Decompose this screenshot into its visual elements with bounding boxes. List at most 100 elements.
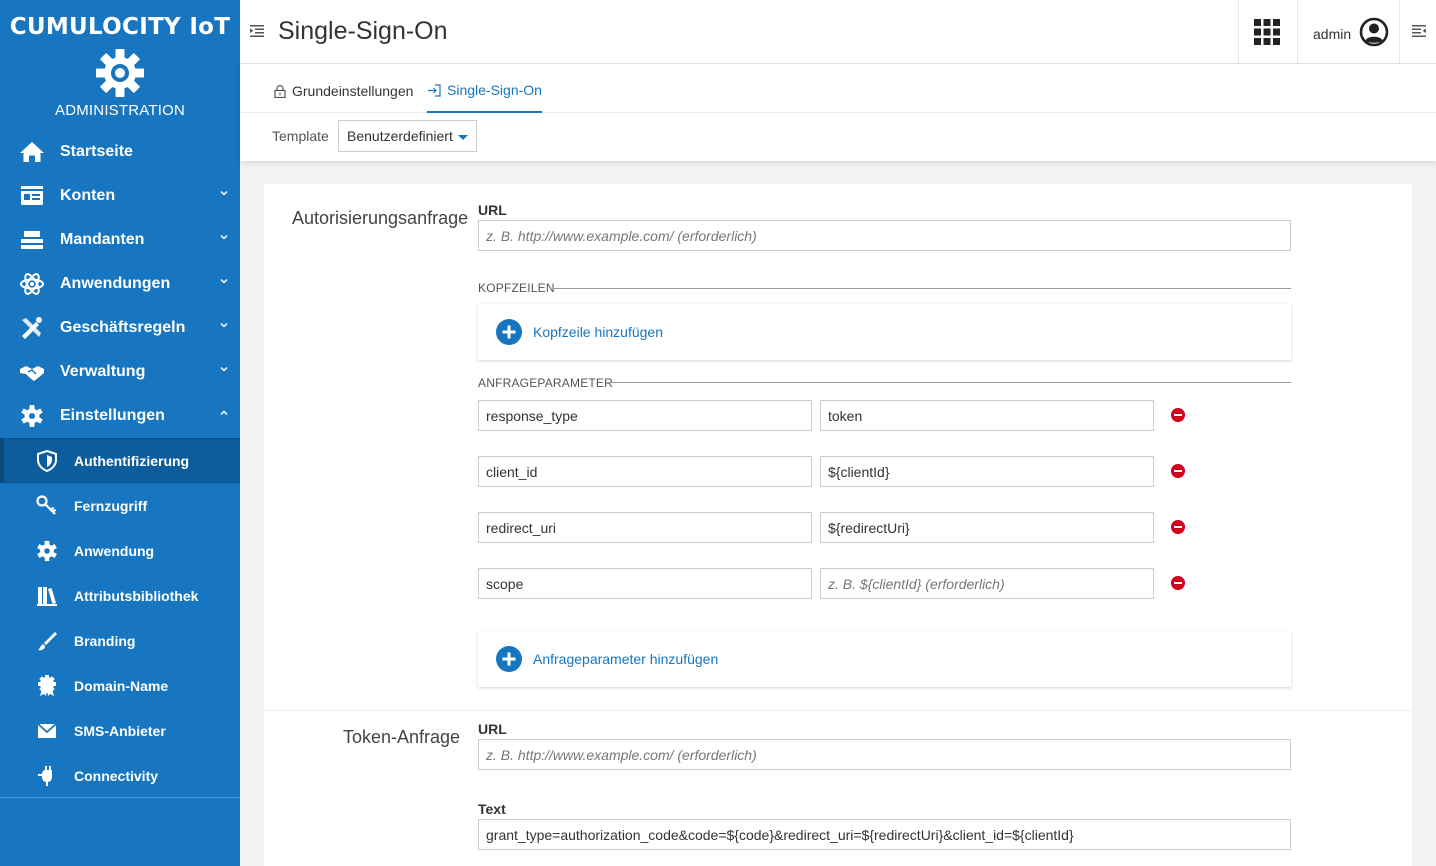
header-separator xyxy=(1297,0,1298,64)
section-divider xyxy=(264,710,1412,711)
brand: CUMULOCITY IoT ADMINISTRATION xyxy=(0,0,240,130)
sidebar-item-geschaeftsregeln[interactable]: Geschäftsregeln xyxy=(0,306,240,350)
chevron-down-icon xyxy=(220,278,228,284)
sidebar-subitem-fernzugriff[interactable]: Fernzugriff xyxy=(0,483,240,528)
token-request-title: Token-Anfrage xyxy=(343,727,461,747)
chevron-down-icon xyxy=(220,366,228,372)
handshake-icon xyxy=(18,360,46,384)
sidebar-subitem-label: Connectivity xyxy=(74,767,159,784)
lock-icon xyxy=(274,84,286,98)
template-select[interactable]: Benutzerdefiniert xyxy=(338,120,477,152)
tab-single-sign-on[interactable]: Single-Sign-On xyxy=(427,80,542,113)
sidebar-subitem-label: Authentifizierung xyxy=(74,452,190,469)
sidebar-item-konten[interactable]: Konten xyxy=(0,174,240,218)
tab-label: Single-Sign-On xyxy=(447,82,542,98)
atom-icon xyxy=(18,272,46,296)
sidebar-item-label: Startseite xyxy=(60,143,133,160)
param-key-input[interactable]: scope xyxy=(478,568,812,599)
remove-circle-icon[interactable] xyxy=(1171,520,1185,534)
sidebar-subitem-label: Attributsbibliothek xyxy=(74,587,199,604)
sidebar-subitem-label: SMS-Anbieter xyxy=(74,722,166,739)
tab-bar: Grundeinstellungen Single-Sign-On xyxy=(240,64,1436,113)
add-param-label: Anfrageparameter hinzufügen xyxy=(533,651,719,667)
template-select-value: Benutzerdefiniert xyxy=(347,128,453,144)
shield-icon xyxy=(34,449,60,472)
sidebar-subitem-connectivity[interactable]: Connectivity xyxy=(0,753,240,798)
sidebar-item-anwendungen[interactable]: Anwendungen xyxy=(0,262,240,306)
remove-circle-icon[interactable] xyxy=(1171,408,1185,422)
header-separator xyxy=(1399,0,1400,64)
plus-circle-icon xyxy=(496,646,522,672)
sidebar-subitem-authentifizierung[interactable]: Authentifizierung xyxy=(0,438,240,483)
header-separator xyxy=(1238,0,1239,64)
sidebar-subitem-anwendung[interactable]: Anwendung xyxy=(0,528,240,573)
auth-url-label: URL xyxy=(478,202,507,218)
sidebar-subitem-attributsbibliothek[interactable]: Attributsbibliothek xyxy=(0,573,240,618)
add-param-button[interactable]: Anfrageparameter hinzufügen xyxy=(478,631,1291,687)
remove-circle-icon[interactable] xyxy=(1171,576,1185,590)
tab-grundeinstellungen[interactable]: Grundeinstellungen xyxy=(274,80,413,102)
chevron-up-icon xyxy=(220,410,228,416)
sidebar-item-label: Mandanten xyxy=(60,231,145,248)
sidebar-item-startseite[interactable]: Startseite xyxy=(0,130,240,174)
add-header-label: Kopfzeile hinzufügen xyxy=(533,324,663,340)
page-title: Single-Sign-On xyxy=(278,17,448,45)
param-key-input[interactable]: response_type xyxy=(478,400,812,431)
right-drawer-toggle-icon[interactable] xyxy=(1412,24,1426,38)
brush-icon xyxy=(34,630,60,652)
sidebar-item-mandanten[interactable]: Mandanten xyxy=(0,218,240,262)
token-body-input[interactable]: grant_type=authorization_code&code=${cod… xyxy=(478,819,1291,850)
menu-toggle-icon[interactable] xyxy=(250,24,264,38)
tools-icon xyxy=(18,316,46,340)
remove-circle-icon[interactable] xyxy=(1171,464,1185,478)
auth-url-input[interactable]: z. B. http://www.example.com/ (erforderl… xyxy=(478,220,1291,251)
sidebar-subitem-branding[interactable]: Branding xyxy=(0,618,240,663)
sub-header: Grundeinstellungen Single-Sign-On Templa… xyxy=(240,64,1436,161)
param-key-input[interactable]: client_id xyxy=(478,456,812,487)
chevron-down-icon xyxy=(220,234,228,240)
token-body-label: Text xyxy=(478,801,506,817)
params-divider xyxy=(607,382,1291,383)
sidebar-item-einstellungen[interactable]: Einstellungen xyxy=(0,394,240,438)
token-url-label: URL xyxy=(478,721,507,737)
chevron-down-icon xyxy=(220,190,228,196)
sidebar-subitem-label: Domain-Name xyxy=(74,677,169,694)
headers-divider xyxy=(554,288,1291,289)
gear-icon xyxy=(34,540,60,562)
tab-label: Grundeinstellungen xyxy=(292,83,414,99)
token-url-input[interactable]: z. B. http://www.example.com/ (erforderl… xyxy=(478,739,1291,770)
brand-subtitle: ADMINISTRATION xyxy=(54,102,186,119)
user-name[interactable]: admin xyxy=(1313,26,1351,42)
sidebar-item-label: Verwaltung xyxy=(60,363,146,380)
gear-icon xyxy=(18,404,46,428)
key-icon xyxy=(34,494,60,517)
library-icon xyxy=(34,585,60,607)
caret-down-icon xyxy=(458,135,468,140)
param-key-input[interactable]: redirect_uri xyxy=(478,512,812,543)
param-value-input[interactable]: z. B. ${clientId} (erforderlich) xyxy=(820,568,1154,599)
app-switcher-icon[interactable] xyxy=(1254,19,1280,45)
sidebar-subitem-label: Branding xyxy=(74,632,136,649)
user-avatar-icon[interactable] xyxy=(1359,17,1389,47)
sidebar-item-verwaltung[interactable]: Verwaltung xyxy=(0,350,240,394)
sidebar-item-label: Anwendungen xyxy=(60,275,171,292)
plug-icon xyxy=(34,765,60,787)
sidebar-divider xyxy=(0,797,240,798)
home-icon xyxy=(18,140,46,164)
envelope-icon xyxy=(34,720,60,742)
add-header-button[interactable]: Kopfzeile hinzufügen xyxy=(478,304,1291,360)
param-value-input[interactable]: ${clientId} xyxy=(820,456,1154,487)
sidebar-subitem-domain-name[interactable]: Domain-Name xyxy=(0,663,240,708)
sign-in-icon xyxy=(428,83,441,97)
sidebar-item-label: Geschäftsregeln xyxy=(60,319,186,336)
tenants-icon xyxy=(18,228,46,252)
template-label: Template xyxy=(272,128,329,144)
sidebar-subitem-sms-anbieter[interactable]: SMS-Anbieter xyxy=(0,708,240,753)
param-value-input[interactable]: token xyxy=(820,400,1154,431)
auth-request-title: Autorisierungsanfrage xyxy=(292,208,469,228)
sso-config-card: Autorisierungsanfrage URL z. B. http://w… xyxy=(264,184,1412,866)
sidebar-item-label: Einstellungen xyxy=(60,407,165,424)
param-value-input[interactable]: ${redirectUri} xyxy=(820,512,1154,543)
sidebar-subitem-label: Fernzugriff xyxy=(74,497,148,514)
brand-title: CUMULOCITY IoT xyxy=(9,14,231,40)
